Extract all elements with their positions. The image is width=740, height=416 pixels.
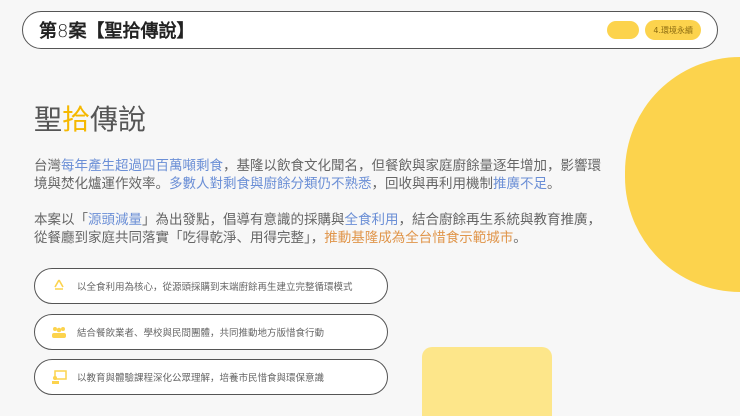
list-item[interactable]: 以教育與體驗課程深化公眾理解，培養市民惜食與環保意識 [34,359,388,395]
people-icon [52,327,66,338]
intro-paragraph: 台灣每年產生超過四百萬噸剩食，基隆以飲食文化聞名，但餐飲與家庭廚餘量逐年增加，影… [34,158,601,192]
strategy-paragraph: 本案以「源頭減量」為出發點，倡導有意識的採購與全食利用，結合廚餘再生系統與教育推… [34,212,601,246]
category-badge[interactable]: 4.環境永續 [645,20,701,40]
recycle-icon [54,279,64,290]
presentation-icon [52,370,67,384]
item-text: 以教育與體驗課程深化公眾理解，培養市民惜食與環保意識 [77,373,325,384]
list-item[interactable]: 結合餐飲業者、學校與民間團體，共同推動地方版惜食行動 [34,314,388,350]
decorative-block [422,347,552,416]
header-dot [607,21,640,39]
item-text: 結合餐飲業者、學校與民間團體，共同推動地方版惜食行動 [77,328,325,339]
decorative-circle [625,57,740,292]
page-title: 第8案【聖拾傳說】 [39,21,195,42]
section-heading: 聖拾傳說 [34,103,147,136]
header-bar: 第8案【聖拾傳說】 4.環境永續 [22,11,718,49]
item-text: 以全食利用為核心，從源頭採購到末端廚餘再生建立完整循環模式 [77,282,353,293]
list-item[interactable]: 以全食利用為核心，從源頭採購到末端廚餘再生建立完整循環模式 [34,268,388,304]
